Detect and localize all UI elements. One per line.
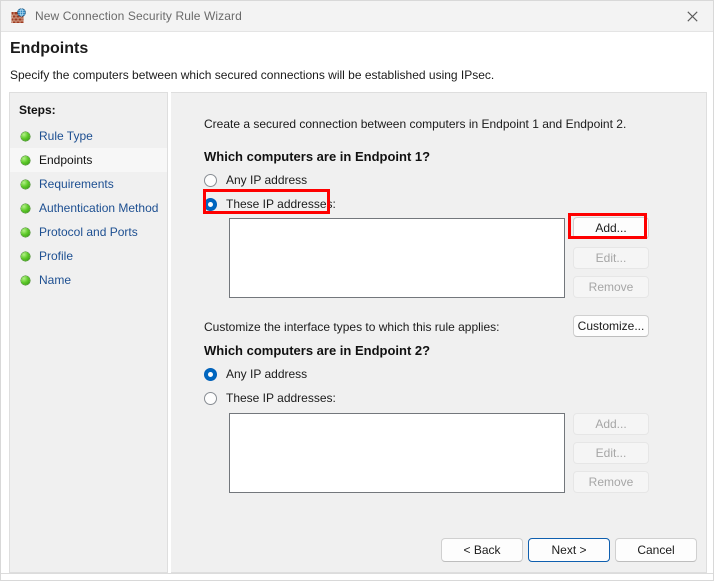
endpoint2-question: Which computers are in Endpoint 2? xyxy=(204,343,431,358)
radio-indicator xyxy=(204,173,217,187)
sidebar-item-name[interactable]: Name xyxy=(10,268,167,292)
radio-indicator xyxy=(204,367,217,381)
sidebar-item-label: Authentication Method xyxy=(39,201,159,215)
main-pane: Create a secured connection between comp… xyxy=(171,92,707,573)
endpoint1-ip-listbox[interactable] xyxy=(229,218,565,298)
customize-label: Customize the interface types to which t… xyxy=(204,320,500,334)
sidebar-item-protocol-and-ports[interactable]: Protocol and Ports xyxy=(10,220,167,244)
sidebar-item-label: Requirements xyxy=(39,177,114,191)
sidebar-item-authentication-method[interactable]: Authentication Method xyxy=(10,196,167,220)
window-title: New Connection Security Rule Wizard xyxy=(35,9,242,23)
sidebar-item-label: Rule Type xyxy=(39,129,93,143)
step-bullet-icon xyxy=(21,203,30,213)
wizard-body: Steps: Rule Type Endpoints Requirements … xyxy=(1,92,713,580)
endpoint2-remove-button: Remove xyxy=(573,471,649,493)
sidebar-item-label: Endpoints xyxy=(39,153,93,167)
radio-label: These IP addresses: xyxy=(226,391,336,405)
radio-label: These IP addresses: xyxy=(226,197,336,211)
endpoint1-these-ip-radio[interactable]: These IP addresses: xyxy=(204,195,336,213)
window-bottom-divider xyxy=(1,573,713,574)
step-bullet-icon xyxy=(21,227,30,237)
step-bullet-icon xyxy=(21,155,30,165)
endpoint1-question: Which computers are in Endpoint 1? xyxy=(204,149,431,164)
step-bullet-icon xyxy=(21,251,30,261)
sidebar-item-label: Protocol and Ports xyxy=(39,225,138,239)
sidebar-item-profile[interactable]: Profile xyxy=(10,244,167,268)
steps-list: Rule Type Endpoints Requirements Authent… xyxy=(10,124,167,292)
radio-label: Any IP address xyxy=(226,173,308,187)
steps-sidebar: Steps: Rule Type Endpoints Requirements … xyxy=(9,92,168,573)
endpoint2-edit-button: Edit... xyxy=(573,442,649,464)
sidebar-item-requirements[interactable]: Requirements xyxy=(10,172,167,196)
customize-button[interactable]: Customize... xyxy=(573,315,649,337)
page-subtitle: Specify the computers between which secu… xyxy=(10,68,495,82)
step-bullet-icon xyxy=(21,131,30,141)
page-title: Endpoints xyxy=(10,40,89,57)
radio-indicator xyxy=(204,391,217,405)
sidebar-item-label: Profile xyxy=(39,249,74,263)
next-button[interactable]: Next > xyxy=(528,538,610,562)
sidebar-item-endpoints[interactable]: Endpoints xyxy=(10,148,167,172)
step-bullet-icon xyxy=(21,275,30,285)
firewall-globe-icon xyxy=(11,8,27,24)
endpoint2-add-button: Add... xyxy=(573,413,649,435)
steps-heading: Steps: xyxy=(19,103,56,117)
step-bullet-icon xyxy=(21,179,30,189)
endpoint1-remove-button: Remove xyxy=(573,276,649,298)
back-button[interactable]: < Back xyxy=(441,538,523,562)
endpoint2-any-ip-radio[interactable]: Any IP address xyxy=(204,365,307,383)
page-header: Endpoints Specify the computers between … xyxy=(1,32,713,92)
wizard-window: New Connection Security Rule Wizard Endp… xyxy=(0,0,714,581)
cancel-button[interactable]: Cancel xyxy=(615,538,697,562)
endpoint1-any-ip-radio[interactable]: Any IP address xyxy=(204,171,307,189)
sidebar-item-rule-type[interactable]: Rule Type xyxy=(10,124,167,148)
endpoint1-add-button[interactable]: Add... xyxy=(573,217,649,239)
sidebar-item-label: Name xyxy=(39,273,72,287)
close-icon[interactable] xyxy=(670,1,713,31)
title-bar: New Connection Security Rule Wizard xyxy=(1,1,713,32)
radio-indicator xyxy=(204,197,217,211)
endpoint1-edit-button: Edit... xyxy=(573,247,649,269)
endpoint2-ip-listbox xyxy=(229,413,565,493)
radio-label: Any IP address xyxy=(226,367,308,381)
intro-text: Create a secured connection between comp… xyxy=(204,117,627,131)
endpoint2-these-ip-radio[interactable]: These IP addresses: xyxy=(204,389,336,407)
